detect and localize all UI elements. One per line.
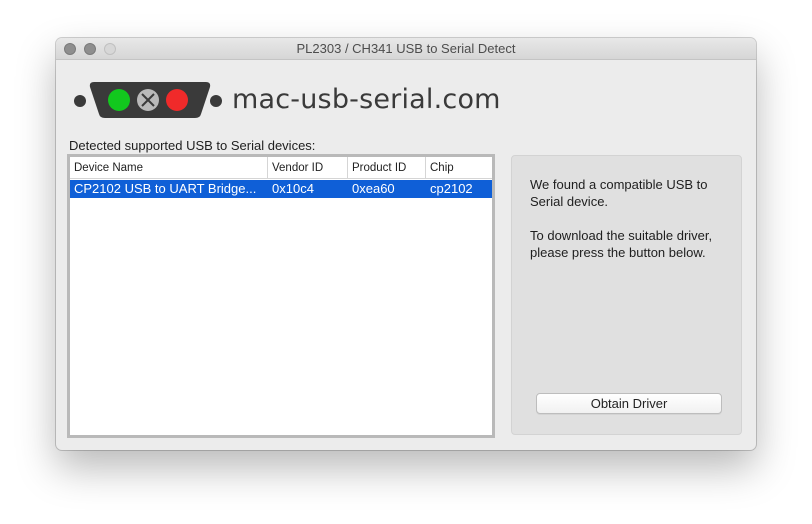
cell-product-id: 0xea60: [352, 181, 395, 196]
table-header: Device Name Vendor ID Product ID Chip: [70, 157, 492, 179]
info-message-found: We found a compatible USB to Serial devi…: [530, 177, 708, 209]
serial-connector-icon: [74, 82, 222, 118]
title-bar[interactable]: PL2303 / CH341 USB to Serial Detect: [56, 38, 756, 60]
device-table: Device Name Vendor ID Product ID Chip CP…: [67, 154, 495, 438]
info-text: We found a compatible USB to Serial devi…: [530, 176, 730, 278]
cell-vendor-id: 0x10c4: [272, 181, 314, 196]
column-header-vendor-id[interactable]: Vendor ID: [268, 157, 348, 179]
device-table-body[interactable]: Device Name Vendor ID Product ID Chip CP…: [70, 157, 492, 435]
window-title: PL2303 / CH341 USB to Serial Detect: [296, 41, 516, 56]
column-header-chip[interactable]: Chip: [426, 157, 492, 179]
column-header-product-id[interactable]: Product ID: [348, 157, 426, 179]
info-message-download: To download the suitable driver, please …: [530, 228, 713, 260]
logo-text: mac-usb-serial.com: [232, 84, 501, 115]
cell-device-name: CP2102 USB to UART Bridge...: [74, 181, 257, 196]
cell-chip: cp2102: [430, 181, 473, 196]
app-window: PL2303 / CH341 USB to Serial Detect mac-…: [56, 38, 756, 450]
obtain-driver-button[interactable]: Obtain Driver: [536, 393, 722, 414]
info-panel: We found a compatible USB to Serial devi…: [511, 155, 742, 435]
table-row[interactable]: CP2102 USB to UART Bridge... 0x10c4 0xea…: [70, 180, 492, 198]
device-list-label: Detected supported USB to Serial devices…: [69, 138, 316, 153]
column-header-device-name[interactable]: Device Name: [70, 157, 268, 179]
